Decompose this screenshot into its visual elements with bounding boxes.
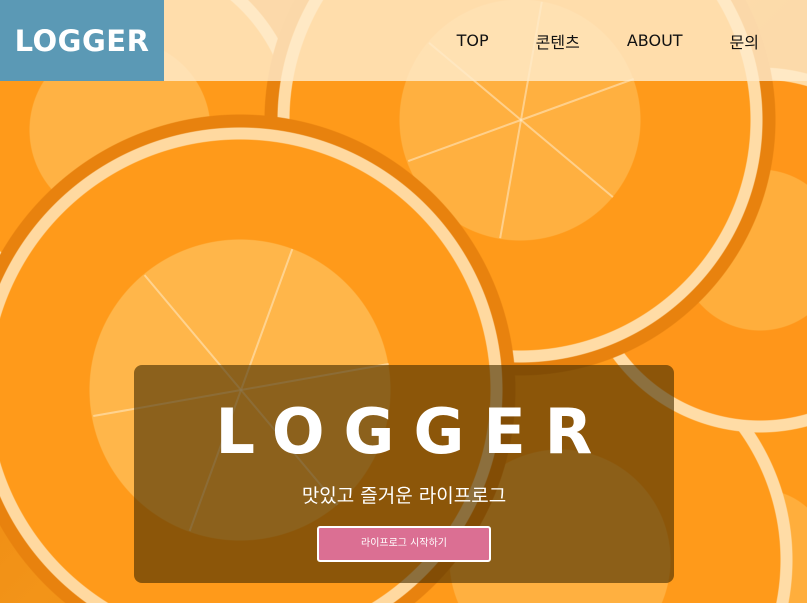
nav-item-contact[interactable]: 문의 [730, 29, 759, 53]
logo-text: LOGGER [14, 23, 150, 58]
page: LOGGER TOP 콘텐츠 ABOUT 문의 LOGGER 맛있고 즐거운 라… [0, 0, 807, 603]
nav-item-top[interactable]: TOP [457, 31, 489, 50]
start-lifelog-button[interactable]: 라이프로그 시작하기 [317, 526, 491, 562]
hero-subtitle: 맛있고 즐거운 라이프로그 [301, 485, 507, 507]
main-nav: TOP 콘텐츠 ABOUT 문의 [457, 0, 807, 81]
nav-item-contents[interactable]: 콘텐츠 [536, 29, 580, 53]
nav-item-about[interactable]: ABOUT [627, 31, 683, 50]
hero-card: LOGGER 맛있고 즐거운 라이프로그 라이프로그 시작하기 [134, 365, 674, 583]
logo[interactable]: LOGGER [0, 0, 164, 81]
hero-title: LOGGER [215, 395, 612, 468]
site-header: LOGGER TOP 콘텐츠 ABOUT 문의 [0, 0, 807, 81]
